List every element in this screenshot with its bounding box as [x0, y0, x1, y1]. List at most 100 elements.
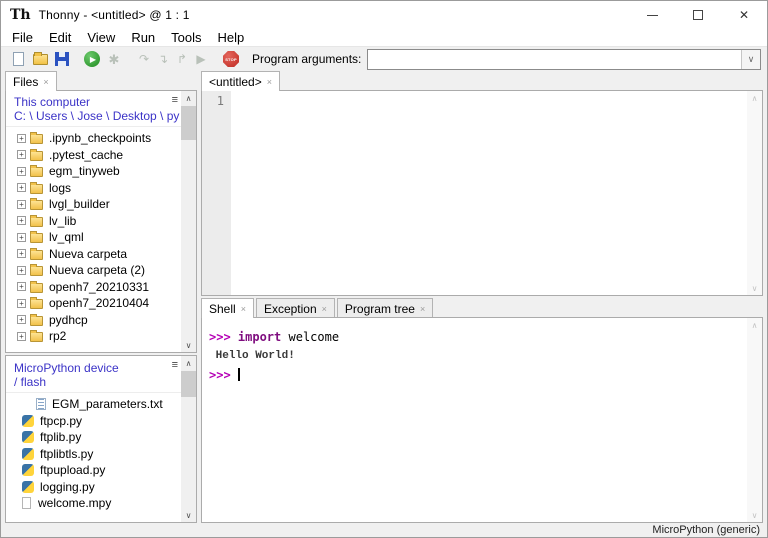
device-file-row[interactable]: welcome.mpy: [6, 495, 181, 512]
new-file-icon: [13, 52, 24, 66]
expand-icon[interactable]: +: [17, 183, 26, 192]
tab-close-icon[interactable]: ×: [420, 304, 425, 314]
tree-row[interactable]: +lv_lib: [6, 213, 181, 230]
shell-prompt: >>>: [209, 330, 238, 344]
menu-edit[interactable]: Edit: [41, 30, 79, 45]
device-scrollbar[interactable]: ∧ ∨: [181, 356, 196, 522]
tab-close-icon[interactable]: ×: [267, 77, 272, 87]
backend-status[interactable]: MicroPython (generic): [652, 524, 760, 536]
scroll-down-icon[interactable]: ∨: [747, 508, 762, 522]
step-out-icon: ↱: [177, 53, 187, 65]
folder-icon: [30, 250, 43, 260]
expand-icon[interactable]: +: [17, 216, 26, 225]
code-area[interactable]: [231, 91, 747, 295]
menu-tools[interactable]: Tools: [163, 30, 209, 45]
expand-icon[interactable]: +: [17, 200, 26, 209]
open-file-button[interactable]: [31, 50, 49, 68]
tree-row[interactable]: +openh7_20210404: [6, 295, 181, 312]
scrollbar-thumb[interactable]: [181, 106, 196, 140]
shell-scrollbar[interactable]: ∧ ∨: [747, 318, 762, 522]
scroll-up-icon[interactable]: ∧: [747, 91, 762, 105]
device-file-row[interactable]: ftpupload.py: [6, 462, 181, 479]
file-label: ftplib.py: [40, 430, 81, 444]
maximize-button[interactable]: [675, 1, 721, 29]
tab-files[interactable]: Files ×: [5, 71, 57, 91]
scroll-down-icon[interactable]: ∨: [747, 281, 762, 295]
save-file-button[interactable]: [53, 50, 71, 68]
program-arguments-input[interactable]: [368, 50, 741, 69]
scroll-down-icon[interactable]: ∨: [181, 508, 196, 522]
debug-button[interactable]: ✱: [105, 50, 123, 68]
expand-icon[interactable]: +: [17, 282, 26, 291]
editor-scrollbar[interactable]: ∧ ∨: [747, 91, 762, 295]
folder-label: Nueva carpeta: [49, 247, 127, 261]
device-menu-icon[interactable]: ≡: [172, 360, 178, 371]
minimize-button[interactable]: [629, 1, 675, 29]
tree-row[interactable]: +logs: [6, 180, 181, 197]
tab-close-icon[interactable]: ×: [43, 77, 48, 87]
expand-icon[interactable]: +: [17, 249, 26, 258]
shell-panel: >>> import welcome Hello World! >>> ∧ ∨: [201, 317, 763, 523]
files-breadcrumb-path[interactable]: C: \ Users \ Jose \ Desktop \ py: [14, 109, 175, 123]
expand-icon[interactable]: +: [17, 134, 26, 143]
editor-content[interactable]: 1: [202, 91, 747, 295]
scroll-down-icon[interactable]: ∨: [181, 338, 196, 352]
device-file-row[interactable]: ftplibtls.py: [6, 446, 181, 463]
scrollbar-thumb[interactable]: [181, 371, 196, 397]
expand-icon[interactable]: +: [17, 315, 26, 324]
device-file-row[interactable]: ftplib.py: [6, 429, 181, 446]
device-file-row[interactable]: ftpcp.py: [6, 413, 181, 430]
files-menu-icon[interactable]: ≡: [172, 95, 178, 106]
device-file-row[interactable]: logging.py: [6, 479, 181, 496]
scroll-up-icon[interactable]: ∧: [181, 356, 196, 370]
tab-untitled-label: <untitled>: [209, 75, 262, 89]
tree-row[interactable]: + lvgl_builder: [6, 196, 181, 213]
expand-icon[interactable]: +: [17, 167, 26, 176]
shell-content[interactable]: >>> import welcome Hello World! >>>: [202, 318, 747, 522]
device-title[interactable]: MicroPython device: [14, 361, 175, 375]
tree-row[interactable]: +openh7_20210331: [6, 279, 181, 296]
expand-icon[interactable]: +: [17, 233, 26, 242]
device-panel: ≡ MicroPython device / flash EGM_paramet…: [5, 355, 197, 523]
menu-run[interactable]: Run: [123, 30, 163, 45]
run-button[interactable]: ▶: [83, 50, 101, 68]
expand-icon[interactable]: +: [17, 266, 26, 275]
resume-button[interactable]: ▶: [192, 50, 210, 68]
menu-view[interactable]: View: [79, 30, 123, 45]
device-file-row[interactable]: EGM_parameters.txt: [6, 396, 181, 413]
tab-program-tree[interactable]: Program tree ×: [337, 298, 433, 318]
scroll-up-icon[interactable]: ∧: [747, 318, 762, 332]
files-root-label[interactable]: This computer: [14, 95, 175, 109]
tree-row[interactable]: +lv_qml: [6, 229, 181, 246]
expand-icon[interactable]: +: [17, 332, 26, 341]
stop-button[interactable]: STOP: [222, 50, 240, 68]
tree-row[interactable]: +pydhcp: [6, 312, 181, 329]
tab-close-icon[interactable]: ×: [241, 304, 246, 314]
tree-row[interactable]: + Nueva carpeta: [6, 246, 181, 263]
folder-label: .pytest_cache: [49, 148, 123, 162]
expand-icon[interactable]: +: [17, 150, 26, 159]
files-scrollbar[interactable]: ∧ ∨: [181, 91, 196, 352]
expand-icon[interactable]: +: [17, 299, 26, 308]
step-out-button[interactable]: ↱: [173, 50, 191, 68]
menu-file[interactable]: File: [4, 30, 41, 45]
step-into-button[interactable]: ↴: [154, 50, 172, 68]
device-path[interactable]: / flash: [14, 375, 175, 389]
tab-shell[interactable]: Shell ×: [201, 298, 254, 318]
tab-exception[interactable]: Exception ×: [256, 298, 335, 318]
scroll-up-icon[interactable]: ∧: [181, 91, 196, 105]
close-button[interactable]: ✕: [721, 1, 767, 29]
tree-row[interactable]: +Nueva carpeta (2): [6, 262, 181, 279]
tab-untitled[interactable]: <untitled> ×: [201, 71, 280, 91]
tree-row[interactable]: +egm_tinyweb: [6, 163, 181, 180]
folder-label: lvgl_builder: [49, 197, 110, 211]
tree-row[interactable]: + .pytest_cache: [6, 147, 181, 164]
new-file-button[interactable]: [9, 50, 27, 68]
menu-help[interactable]: Help: [210, 30, 253, 45]
python-file-icon: [22, 481, 34, 493]
tree-row[interactable]: +.ipynb_checkpoints: [6, 130, 181, 147]
step-over-button[interactable]: ↷: [135, 50, 153, 68]
tree-row[interactable]: +rp2: [6, 328, 181, 345]
tab-close-icon[interactable]: ×: [322, 304, 327, 314]
combobox-dropdown-button[interactable]: ∨: [741, 50, 760, 69]
